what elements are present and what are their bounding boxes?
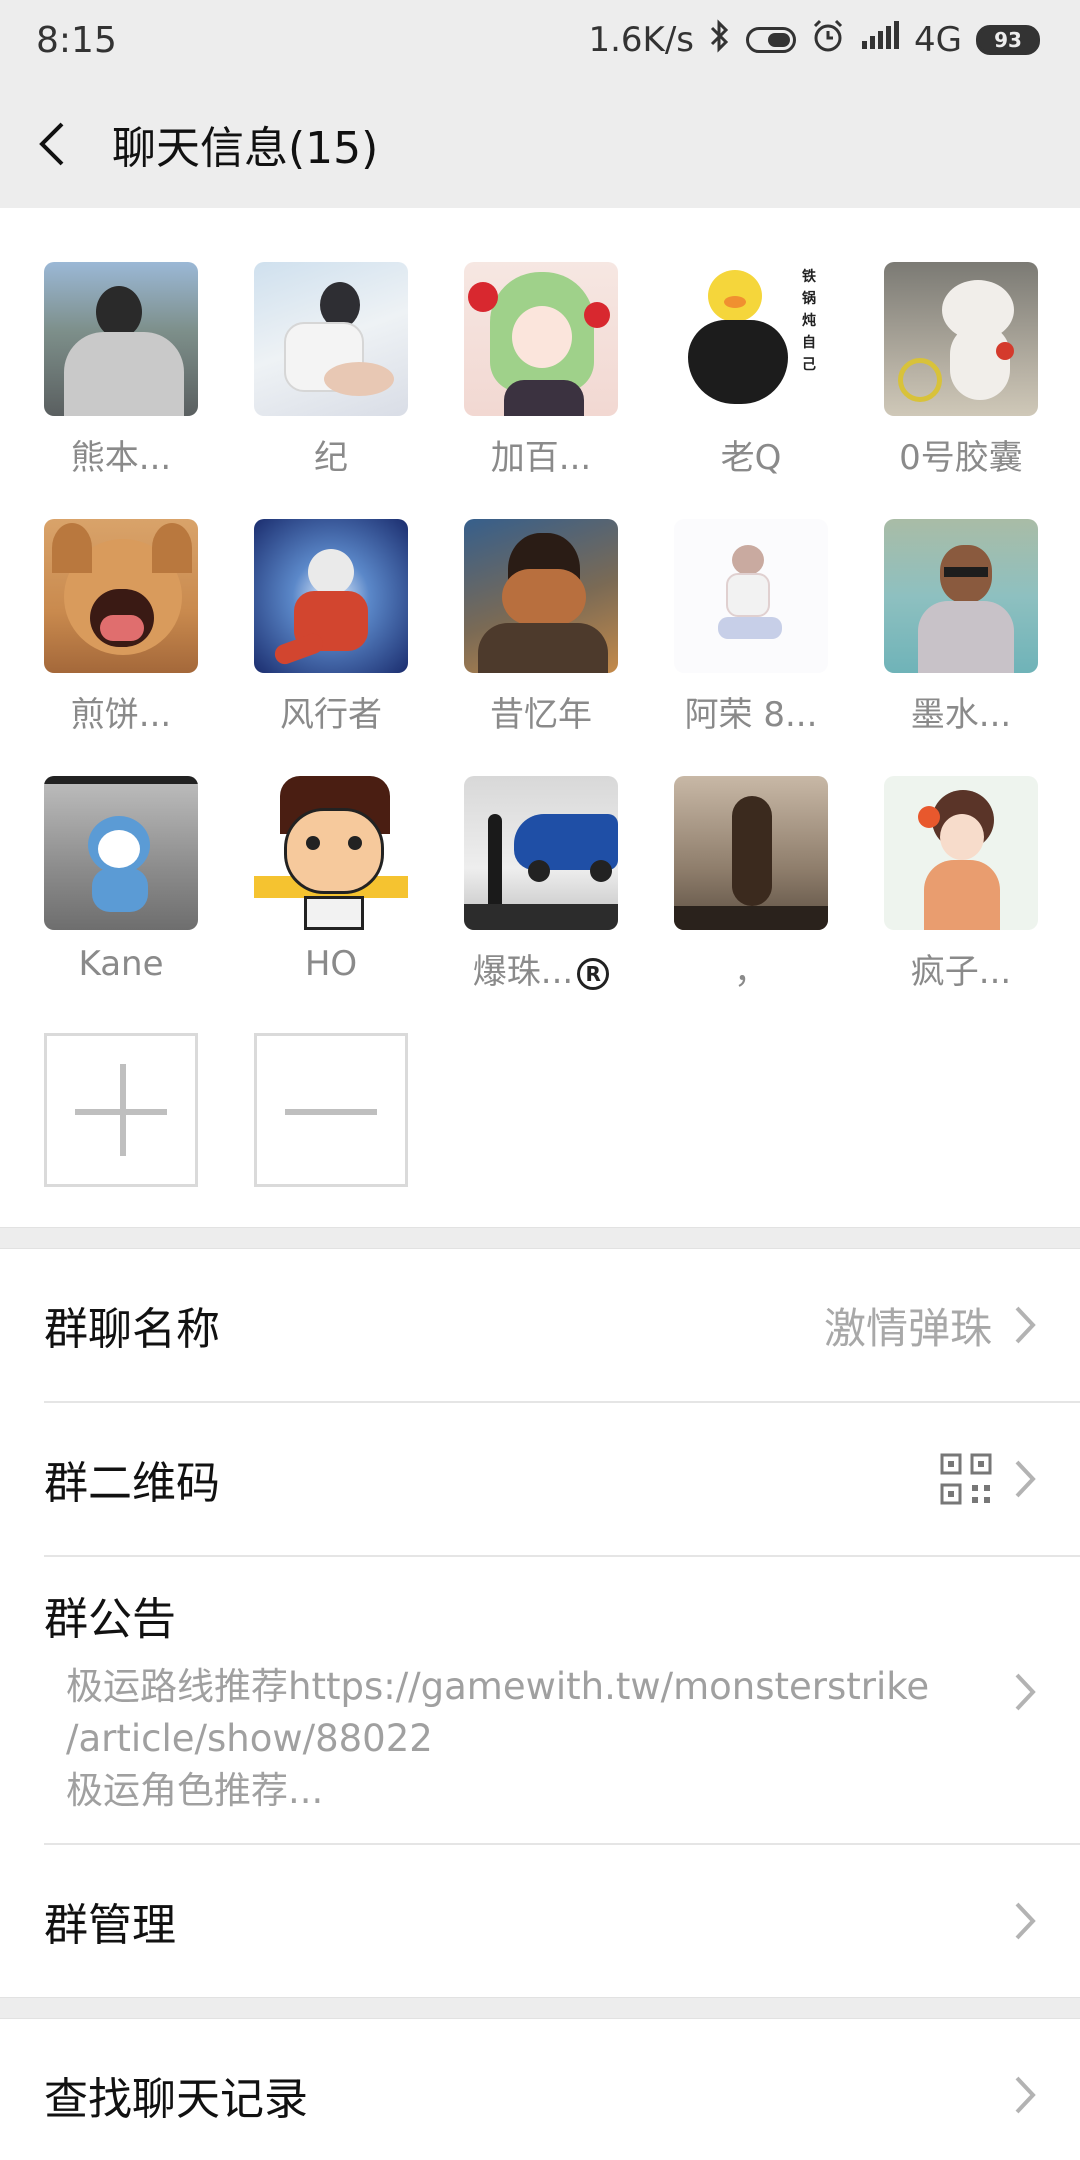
signal-icon	[860, 20, 900, 60]
avatar[interactable]	[44, 519, 198, 673]
chevron-right-icon	[1015, 1460, 1036, 1498]
avatar[interactable]	[44, 262, 198, 416]
remove-member-item[interactable]	[254, 1033, 408, 1187]
member-name: 0号胶囊	[899, 438, 1023, 478]
search-history-label: 查找聊天记录	[44, 2074, 308, 2125]
chevron-right-icon	[1015, 1306, 1036, 1344]
group-manage-row[interactable]: 群管理	[0, 1845, 1080, 1997]
notice-chevron	[1014, 1672, 1036, 1716]
member-name: 爆珠... R	[473, 944, 610, 993]
group-name-label: 群聊名称	[44, 1304, 220, 1355]
remove-member-button[interactable]	[254, 1033, 408, 1187]
member-item[interactable]: 爆珠... R	[464, 776, 618, 993]
bluetooth-icon	[708, 18, 732, 62]
group-qr-label: 群二维码	[44, 1458, 220, 1509]
member-name: 疯子...	[910, 952, 1012, 992]
registered-mark-icon: R	[577, 957, 610, 990]
avatar[interactable]	[254, 519, 408, 673]
add-member-item[interactable]	[44, 1033, 198, 1187]
page-title: 聊天信息(15)	[112, 123, 379, 174]
group-notice-row[interactable]: 群公告 极运路线推荐https://gamewith.tw/monsterstr…	[0, 1557, 1080, 1843]
member-name: ，	[734, 952, 768, 992]
avatar[interactable]	[674, 519, 828, 673]
member-name: 熊本...	[70, 438, 172, 478]
member-name: 风行者	[280, 695, 382, 735]
member-item[interactable]: 墨水...	[884, 519, 1038, 736]
alarm-icon	[810, 18, 846, 63]
member-name: 加百...	[490, 438, 592, 478]
plus-icon-vertical	[120, 1064, 126, 1156]
avatar[interactable]	[884, 519, 1038, 673]
battery-icon: 93	[976, 25, 1040, 55]
status-bar: 8:15 1.6K/s 4G 93	[0, 0, 1080, 80]
add-member-button[interactable]	[44, 1033, 198, 1187]
group-qr-row[interactable]: 群二维码	[0, 1403, 1080, 1555]
group-name-right: 激情弹珠	[824, 1295, 1036, 1356]
group-name-value: 激情弹珠	[823, 1303, 992, 1353]
avatar[interactable]	[464, 519, 618, 673]
member-name: 墨水...	[910, 695, 1012, 735]
member-item[interactable]: 疯子...	[884, 776, 1038, 993]
member-name: HO	[304, 944, 358, 984]
member-item[interactable]: 纪	[254, 262, 408, 479]
member-item[interactable]: ，	[674, 776, 828, 993]
member-item[interactable]: 铁锅炖自己 老Q	[674, 262, 828, 479]
avatar[interactable]	[884, 262, 1038, 416]
network-speed: 1.6K/s	[588, 20, 695, 60]
avatar[interactable]	[884, 776, 1038, 930]
member-name: 煎饼...	[70, 695, 172, 735]
member-item[interactable]: HO	[254, 776, 408, 993]
search-history-right	[1014, 2075, 1036, 2115]
group-manage-label: 群管理	[44, 1900, 176, 1951]
member-item[interactable]: 阿荣 8...	[674, 519, 828, 736]
member-name: 昔忆年	[490, 695, 592, 735]
title-bar: 聊天信息(15)	[0, 80, 1080, 208]
notice-line: /article/show/88022	[66, 1717, 433, 1760]
member-name: 阿荣 8...	[684, 695, 818, 735]
status-time: 8:15	[36, 19, 117, 61]
avatar[interactable]	[464, 776, 618, 930]
back-arrow-icon[interactable]	[36, 119, 72, 169]
group-manage-right	[1014, 1901, 1036, 1941]
avatar[interactable]	[674, 776, 828, 930]
member-item[interactable]: 昔忆年	[464, 519, 618, 736]
chevron-right-icon	[1015, 1902, 1036, 1940]
avatar-caption-text: 铁锅炖自己	[802, 269, 816, 373]
avatar[interactable]	[254, 776, 408, 930]
group-notice-label: 群公告	[44, 1594, 176, 1645]
member-item[interactable]: 风行者	[254, 519, 408, 736]
notice-line: 极运路线推荐https://gamewith.tw/monsterstrike	[66, 1665, 930, 1708]
member-item[interactable]: 0号胶囊	[884, 262, 1038, 479]
avatar[interactable]	[254, 262, 408, 416]
section-gap	[0, 1227, 1080, 1249]
group-qr-right	[940, 1453, 1036, 1505]
search-history-row[interactable]: 查找聊天记录	[0, 2019, 1080, 2160]
status-icons: 1.6K/s 4G 93	[588, 18, 1040, 63]
group-name-row[interactable]: 群聊名称 激情弹珠	[0, 1249, 1080, 1401]
qr-code-icon	[940, 1453, 992, 1505]
avatar[interactable]: 铁锅炖自己	[674, 262, 828, 416]
avatar[interactable]	[44, 776, 198, 930]
group-notice-content: 极运路线推荐https://gamewith.tw/monsterstrike …	[44, 1661, 1036, 1817]
notice-line: 极运角色推荐...	[66, 1769, 324, 1812]
section-gap	[0, 1997, 1080, 2019]
avatar[interactable]	[464, 262, 618, 416]
member-name: Kane	[78, 944, 164, 984]
member-item[interactable]: Kane	[44, 776, 198, 993]
member-item[interactable]: 煎饼...	[44, 519, 198, 736]
network-type: 4G	[914, 20, 962, 60]
minus-icon	[285, 1109, 377, 1115]
member-item[interactable]: 加百...	[464, 262, 618, 479]
member-grid: 熊本... 纪 加百... 铁锅炖自己 老Q 0号胶囊 煎饼... 风行者 昔忆…	[0, 208, 1080, 1227]
chevron-right-icon	[1015, 1673, 1036, 1711]
toggle-icon	[746, 27, 797, 53]
member-name: 老Q	[720, 438, 782, 478]
member-name: 纪	[314, 438, 348, 478]
member-item[interactable]: 熊本...	[44, 262, 198, 479]
chevron-right-icon	[1015, 2076, 1036, 2114]
